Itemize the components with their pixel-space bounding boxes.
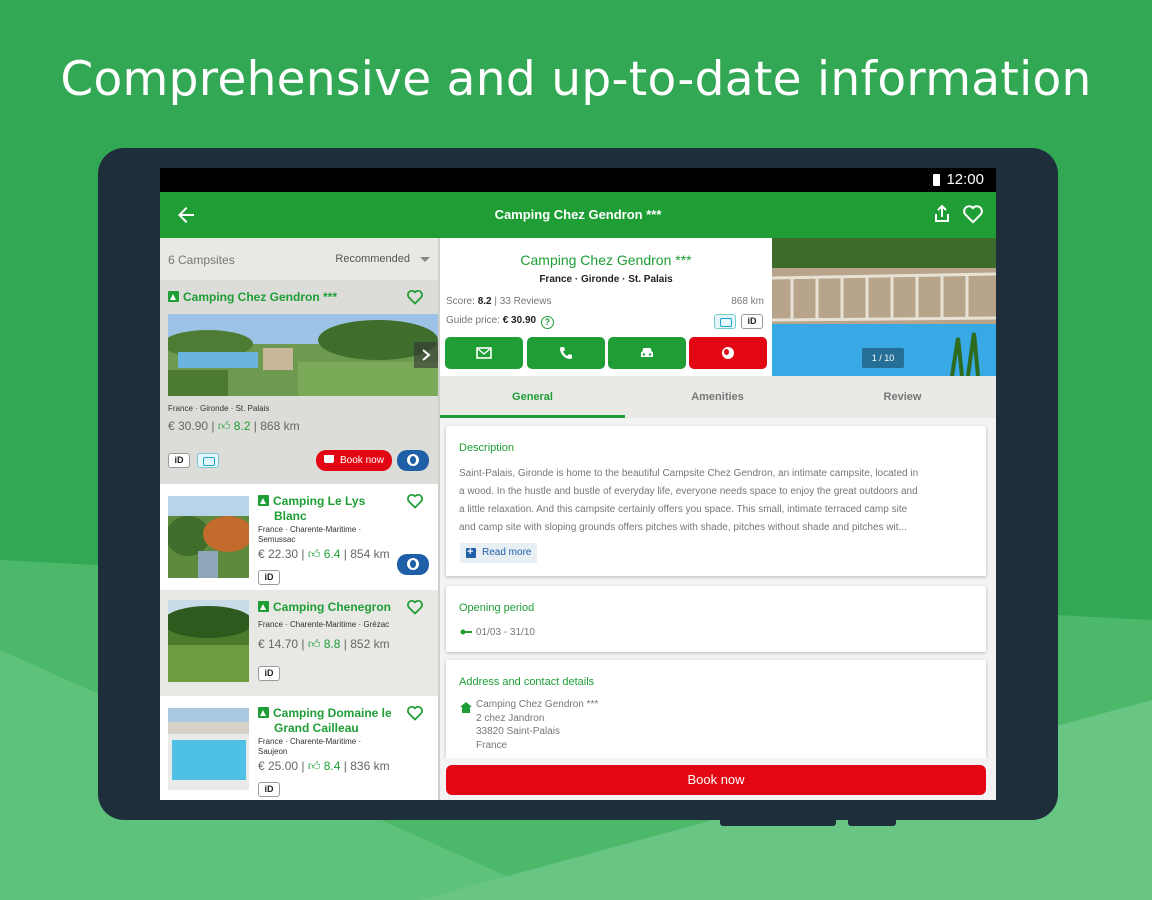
campsite-thumbnail[interactable] (168, 600, 249, 682)
website-globe-icon[interactable] (397, 450, 429, 471)
credit-card-badge-icon (197, 453, 219, 468)
opening-dates: 01/03 - 31/10 (476, 627, 535, 638)
tab-review[interactable]: Review (810, 391, 995, 403)
detail-guide-price: Guide price: € 30.90 ? (446, 315, 554, 329)
list-header: 6 Campsites Recommended (160, 238, 438, 280)
campsite-location: France · Charente-Maritime · Grézac (258, 620, 390, 629)
favorite-heart-icon[interactable] (406, 705, 424, 721)
favorite-heart-icon[interactable] (406, 493, 424, 509)
tab-general[interactable]: General (440, 391, 625, 403)
campsite-location: France · Charente-Maritime · Semussac (258, 525, 362, 544)
list-item[interactable]: Camping Chenegron France · Charente-Mari… (160, 590, 438, 696)
campsite-name[interactable]: Camping Chez Gendron *** (168, 290, 337, 304)
id-card-badge: iD (168, 453, 190, 468)
sort-dropdown[interactable]: Recommended (335, 253, 410, 265)
thumbs-up-icon: 👍︎ (217, 419, 231, 433)
campsite-name[interactable]: Camping Le Lys Blanc (258, 494, 365, 524)
campsite-detail: Camping Chez Gendron *** France · Girond… (440, 238, 996, 800)
call-button[interactable] (527, 337, 605, 369)
thumbs-up-icon: 👍︎ (307, 637, 321, 651)
detail-name: Camping Chez Gendron *** (520, 252, 692, 268)
detail-photo[interactable]: 1 / 10 (772, 238, 996, 376)
website-button[interactable] (689, 337, 767, 369)
favorite-heart-icon[interactable] (406, 599, 424, 615)
key-icon (460, 629, 472, 635)
score: 8.2 (233, 419, 251, 433)
thumbs-up-icon: 👍︎ (307, 759, 321, 773)
email-button[interactable] (445, 337, 523, 369)
home-icon (460, 702, 472, 713)
active-tab-indicator (440, 415, 625, 418)
read-more-button[interactable]: Read more (460, 542, 538, 563)
cart-icon (324, 455, 334, 463)
address-card: Address and contact details Camping Chez… (446, 660, 986, 760)
share-icon[interactable] (932, 204, 952, 224)
app-screen: 12:00 Camping Chez Gendron *** 6 Campsit… (160, 168, 996, 800)
clock: 12:00 (946, 171, 984, 188)
tent-icon (258, 707, 269, 718)
campsite-meta: € 14.70 | 👍︎ 8.8 | 852 km (258, 637, 390, 651)
id-card-badge: iD (258, 570, 280, 585)
opening-period-card: Opening period 01/03 - 31/10 (446, 586, 986, 652)
campsite-meta: € 22.30 | 👍︎ 6.4 | 854 km (258, 547, 390, 561)
opening-heading: Opening period (459, 602, 535, 614)
detail-summary: Camping Chez Gendron *** France · Girond… (440, 238, 772, 376)
chevron-down-icon[interactable] (420, 257, 430, 262)
distance: 868 km (260, 419, 300, 433)
id-card-badge: iD (258, 666, 280, 681)
list-item[interactable]: Camping Domaine le Grand Cailleau France … (160, 696, 438, 800)
campsite-location: France · Charente-Maritime · Saujeon (258, 737, 362, 756)
email-icon (476, 347, 492, 359)
help-question-icon[interactable]: ? (540, 316, 554, 329)
campsite-name[interactable]: Camping Chenegron (258, 600, 391, 614)
id-card-badge: iD (741, 314, 763, 329)
photo-counter: 1 / 10 (862, 348, 904, 368)
address-heading: Address and contact details (459, 676, 595, 688)
thumbs-up-icon: 👍︎ (307, 547, 321, 561)
credit-card-badge-icon (714, 314, 736, 329)
detail-score: Score: 8.2 | 33 Reviews (446, 296, 552, 307)
campsite-count: 6 Campsites (168, 253, 235, 267)
id-card-badge: iD (258, 782, 280, 797)
campsite-photo[interactable] (168, 314, 438, 396)
power-button (848, 820, 896, 826)
campsite-name[interactable]: Camping Domaine le Grand Cailleau (258, 706, 392, 736)
headline: Comprehensive and up-to-date information (60, 52, 1092, 107)
tent-icon (168, 291, 179, 302)
car-icon (641, 348, 653, 357)
campsite-thumbnail[interactable] (168, 496, 249, 578)
globe-icon (722, 347, 734, 359)
campsite-meta: € 25.00 | 👍︎ 8.4 | 836 km (258, 759, 390, 773)
description-heading: Description (459, 442, 515, 454)
website-globe-icon[interactable] (397, 554, 429, 575)
volume-button (720, 820, 836, 826)
status-bar: 12:00 (160, 168, 996, 192)
phone-icon (559, 347, 572, 360)
campsite-location: France · Gironde · St. Palais (168, 404, 270, 413)
tent-icon (258, 601, 269, 612)
description-text: Saint-Palais, Gironde is home to the bea… (459, 468, 919, 533)
directions-button[interactable] (608, 337, 686, 369)
campsite-list[interactable]: 6 Campsites Recommended Camping Chez Gen… (160, 238, 438, 800)
list-item-selected[interactable]: Camping Chez Gendron *** France · Girond… (160, 280, 438, 484)
detail-location: France · Gironde · St. Palais (539, 274, 673, 285)
book-now-button[interactable]: Book now (446, 765, 986, 795)
campsite-meta: € 30.90 | 👍︎ 8.2 | 868 km (168, 419, 300, 433)
list-item[interactable]: Camping Le Lys Blanc France · Charente-Ma… (160, 484, 438, 590)
description-card: Description Saint-Palais, Gironde is hom… (446, 426, 986, 576)
address-lines: Camping Chez Gendron *** 2 chez Jandron … (476, 699, 599, 751)
book-now-button[interactable]: Book now (316, 450, 392, 471)
detail-tabs: General Amenities Review (440, 376, 996, 418)
battery-icon (933, 174, 940, 186)
tab-amenities[interactable]: Amenities (625, 391, 810, 403)
campsite-thumbnail[interactable] (168, 708, 249, 790)
page-title: Camping Chez Gendron *** (494, 207, 662, 222)
favorite-heart-icon[interactable] (406, 289, 424, 305)
tent-icon (258, 495, 269, 506)
price: € 30.90 (168, 419, 209, 433)
detail-distance: 868 km (731, 296, 764, 307)
favorite-heart-icon[interactable] (962, 204, 984, 224)
app-bar: Camping Chez Gendron *** (160, 192, 996, 238)
